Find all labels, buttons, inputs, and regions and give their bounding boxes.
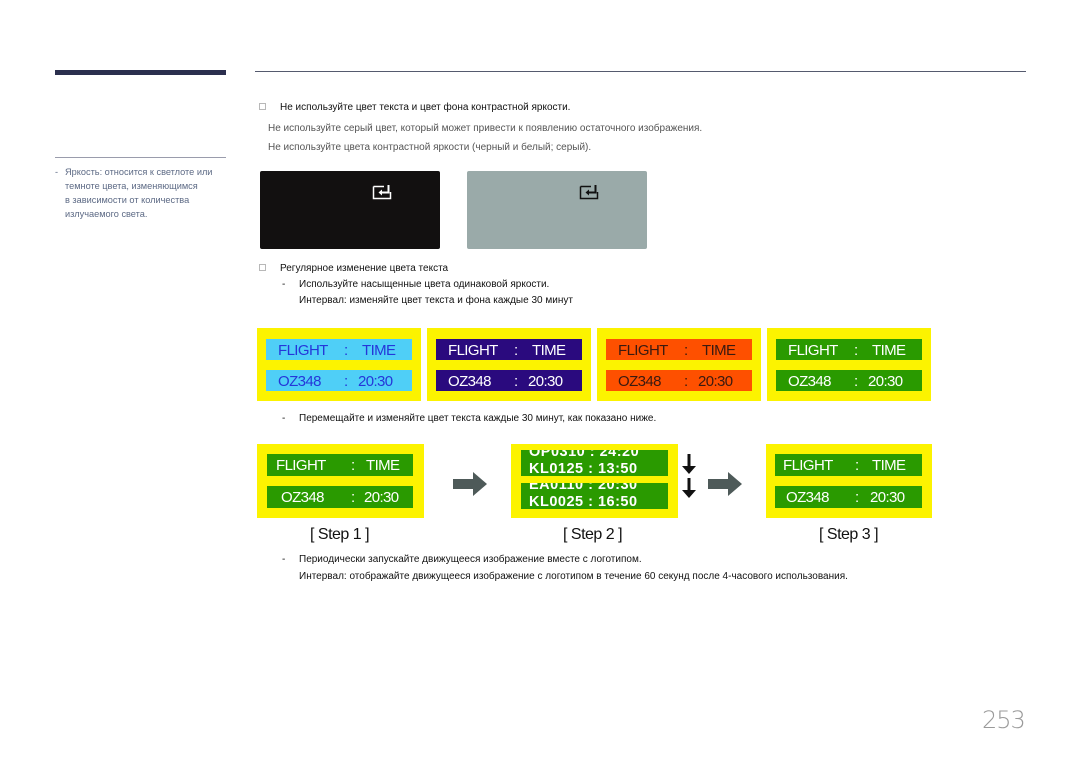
header-flight: FLIGHT <box>448 341 498 359</box>
flight-time: 20:30 <box>364 488 399 506</box>
flight-time: 20:30 <box>528 372 563 390</box>
note-line: в зависимости от количества <box>65 195 190 205</box>
section1-line: Не используйте серый цвет, который может… <box>268 123 703 134</box>
row-colon: : <box>855 488 859 506</box>
section1-line: Не используйте цвета контрастной яркости… <box>268 142 592 153</box>
section2-line: Интервал: изменяйте цвет текста и фона к… <box>299 295 573 306</box>
header-time: TIME <box>366 456 400 474</box>
grey-sample-screen <box>467 171 647 249</box>
header-time: TIME <box>872 456 906 474</box>
black-sample-screen <box>260 171 440 249</box>
header-colon: : <box>344 341 348 359</box>
header-flight: FLIGHT <box>618 341 668 359</box>
color-board: FLIGHT: TIME OZ348:20:30 <box>767 328 931 401</box>
input-source-icon <box>372 185 392 200</box>
step2-board: OP0310 : 24:20 KL0125 : 13:50 EA0110 : 2… <box>511 444 678 518</box>
color-board: FLIGHT: TIME OZ348:20:30 <box>257 328 421 401</box>
note-dash: - <box>55 167 59 177</box>
color-board: FLIGHT: TIME OZ348:20:30 <box>427 328 591 401</box>
section3-line: Периодически запускайте движущееся изобр… <box>299 554 642 565</box>
header-time: TIME <box>872 341 906 359</box>
move-instruction: Перемещайте и изменяйте цвет текста кажд… <box>299 413 657 424</box>
header-colon: : <box>855 456 859 474</box>
row-colon: : <box>344 372 348 390</box>
sidebar-note: - Яркость: относится к светлоте или темн… <box>55 165 235 221</box>
bullet-square-icon <box>259 103 266 110</box>
step2-scroll-panel: OP0310 : 24:20 KL0125 : 13:50 <box>521 450 668 476</box>
scroll-line: KL0125 : 13:50 <box>529 461 638 476</box>
dash: - <box>282 279 286 290</box>
flight-code: OZ348 <box>448 372 491 390</box>
header-colon: : <box>514 341 518 359</box>
flight-time: 20:30 <box>868 372 903 390</box>
step3-label: [ Step 3 ] <box>819 526 879 543</box>
dash: - <box>282 554 286 565</box>
header-flight: FLIGHT <box>783 456 833 474</box>
header-rule <box>255 71 1026 72</box>
header-flight: FLIGHT <box>278 341 328 359</box>
row-colon: : <box>854 372 858 390</box>
header-time: TIME <box>362 341 396 359</box>
page-number: 253 <box>982 706 1026 734</box>
section1-heading: Не используйте цвет текста и цвет фона к… <box>280 102 571 113</box>
section2-line: Используйте насыщенные цвета одинаковой … <box>299 279 550 290</box>
header-time: TIME <box>532 341 566 359</box>
flight-time: 20:30 <box>358 372 393 390</box>
scroll-line: KL0025 : 16:50 <box>529 494 638 509</box>
bullet-square-icon <box>259 264 266 271</box>
note-line: темноте цвета, изменяющимся <box>65 181 198 191</box>
color-board: FLIGHT: TIME OZ348:20:30 <box>597 328 761 401</box>
flight-code: OZ348 <box>278 372 321 390</box>
note-line: Яркость: относится к светлоте или <box>65 167 213 177</box>
header-time: TIME <box>702 341 736 359</box>
header-colon: : <box>351 456 355 474</box>
flight-code: OZ348 <box>281 488 324 506</box>
step1-board: FLIGHT : TIME OZ348 : 20:30 <box>257 444 424 518</box>
flight-code: OZ348 <box>788 372 831 390</box>
arrow-right-icon <box>453 472 487 496</box>
arrow-down-icon <box>682 478 696 498</box>
scroll-line: OP0310 : 24:20 <box>529 450 640 460</box>
sidebar-rule <box>55 157 226 158</box>
flight-time: 20:30 <box>698 372 733 390</box>
step2-scroll-panel: EA0110 : 20:30 KL0025 : 16:50 <box>521 483 668 509</box>
header-flight: FLIGHT <box>276 456 326 474</box>
header-colon: : <box>684 341 688 359</box>
scroll-line: EA0110 : 20:30 <box>529 483 638 493</box>
section3-line: Интервал: отображайте движущееся изображ… <box>299 571 848 582</box>
row-colon: : <box>514 372 518 390</box>
dash: - <box>282 413 286 424</box>
header-accent-bar <box>55 70 226 75</box>
header-colon: : <box>854 341 858 359</box>
flight-time: 20:30 <box>870 488 905 506</box>
section2-heading: Регулярное изменение цвета текста <box>280 263 449 274</box>
header-flight: FLIGHT <box>788 341 838 359</box>
row-colon: : <box>351 488 355 506</box>
arrow-down-icon <box>682 454 696 474</box>
row-colon: : <box>684 372 688 390</box>
flight-code: OZ348 <box>618 372 661 390</box>
arrow-right-icon <box>708 472 742 496</box>
note-line: излучаемого света. <box>65 209 148 219</box>
step1-label: [ Step 1 ] <box>310 526 370 543</box>
flight-code: OZ348 <box>786 488 829 506</box>
step3-board: FLIGHT : TIME OZ348 : 20:30 <box>766 444 932 518</box>
step2-label: [ Step 2 ] <box>563 526 623 543</box>
input-source-icon <box>579 185 599 200</box>
